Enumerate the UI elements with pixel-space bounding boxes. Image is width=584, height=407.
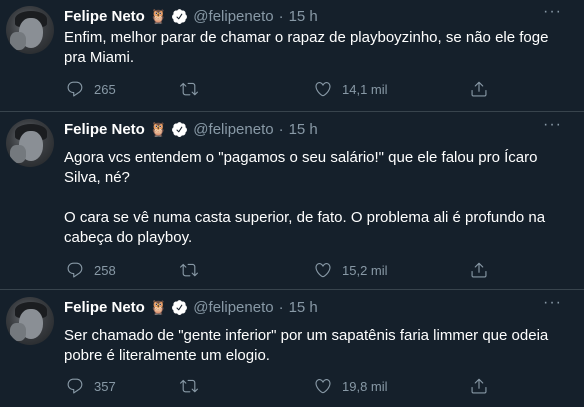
avatar[interactable] bbox=[6, 119, 54, 167]
owl-emoji: 🦉 bbox=[149, 8, 168, 24]
tweet-paragraph: O cara se vê numa casta superior, de fat… bbox=[64, 209, 546, 246]
retweet-icon bbox=[180, 263, 198, 277]
tweet-header: Felipe Neto 🦉 @felipeneto · 15 h bbox=[64, 119, 318, 139]
tweet-header: Felipe Neto 🦉 @felipeneto · 15 h bbox=[64, 297, 318, 317]
reply-count: 357 bbox=[94, 378, 116, 394]
like-button[interactable]: 14,1 mil bbox=[314, 80, 388, 98]
reply-count: 265 bbox=[94, 81, 116, 97]
author-handle[interactable]: @felipeneto bbox=[193, 299, 273, 316]
author-name[interactable]: Felipe Neto bbox=[64, 8, 145, 25]
timestamp[interactable]: 15 h bbox=[289, 8, 318, 25]
share-icon bbox=[471, 378, 487, 394]
tweet[interactable]: Felipe Neto 🦉 @felipeneto · 15 h ··· Enf… bbox=[0, 0, 584, 112]
separator: · bbox=[278, 7, 284, 25]
timestamp[interactable]: 15 h bbox=[289, 299, 318, 316]
timestamp[interactable]: 15 h bbox=[289, 121, 318, 138]
retweet-button[interactable] bbox=[180, 80, 198, 98]
reply-button[interactable]: 357 bbox=[66, 377, 116, 395]
retweet-icon bbox=[180, 379, 198, 393]
retweet-icon bbox=[180, 82, 198, 96]
share-icon bbox=[471, 81, 487, 97]
heart-icon bbox=[315, 82, 331, 97]
avatar[interactable] bbox=[6, 6, 54, 54]
share-button[interactable] bbox=[470, 377, 488, 395]
owl-emoji: 🦉 bbox=[149, 299, 168, 315]
tweet-header: Felipe Neto 🦉 @felipeneto · 15 h bbox=[64, 6, 318, 26]
tweet[interactable]: Felipe Neto 🦉 @felipeneto · 15 h ··· Ser… bbox=[0, 291, 584, 407]
tweet-paragraph: Enfim, melhor parar de chamar o rapaz de… bbox=[64, 29, 549, 66]
verified-badge-icon bbox=[172, 121, 188, 137]
author-name[interactable]: Felipe Neto bbox=[64, 121, 145, 138]
share-button[interactable] bbox=[470, 80, 488, 98]
reply-count: 258 bbox=[94, 262, 116, 278]
like-button[interactable]: 19,8 mil bbox=[314, 377, 388, 395]
tweet-text: Ser chamado de "gente inferior" por um s… bbox=[64, 326, 569, 366]
reply-icon bbox=[67, 378, 83, 394]
tweet-actions: 265 14,1 mil bbox=[66, 80, 506, 100]
separator: · bbox=[278, 298, 284, 316]
reply-icon bbox=[67, 81, 83, 97]
separator: · bbox=[278, 120, 284, 138]
tweet-actions: 357 19,8 mil bbox=[66, 377, 506, 397]
verified-badge-icon bbox=[172, 299, 188, 315]
like-button[interactable]: 15,2 mil bbox=[314, 261, 388, 279]
author-handle[interactable]: @felipeneto bbox=[193, 121, 273, 138]
reply-button[interactable]: 265 bbox=[66, 80, 116, 98]
like-count: 19,8 mil bbox=[342, 378, 388, 394]
heart-icon bbox=[315, 379, 331, 394]
verified-badge-icon bbox=[172, 8, 188, 24]
share-icon bbox=[471, 262, 487, 278]
heart-icon bbox=[315, 263, 331, 278]
retweet-button[interactable] bbox=[180, 377, 198, 395]
tweet-text: Enfim, melhor parar de chamar o rapaz de… bbox=[64, 28, 569, 68]
more-icon[interactable]: ··· bbox=[543, 117, 562, 133]
more-icon[interactable]: ··· bbox=[543, 295, 562, 311]
like-count: 15,2 mil bbox=[342, 262, 388, 278]
tweet-text: Agora vcs entendem o "pagamos o seu salá… bbox=[64, 148, 569, 248]
tweet-actions: 258 15,2 mil bbox=[66, 261, 506, 281]
reply-icon bbox=[67, 262, 83, 278]
tweet[interactable]: Felipe Neto 🦉 @felipeneto · 15 h ··· Ago… bbox=[0, 113, 584, 290]
more-icon[interactable]: ··· bbox=[543, 4, 562, 20]
retweet-button[interactable] bbox=[180, 261, 198, 279]
author-name[interactable]: Felipe Neto bbox=[64, 299, 145, 316]
tweet-paragraph: Agora vcs entendem o "pagamos o seu salá… bbox=[64, 149, 538, 186]
author-handle[interactable]: @felipeneto bbox=[193, 8, 273, 25]
share-button[interactable] bbox=[470, 261, 488, 279]
tweet-paragraph: Ser chamado de "gente inferior" por um s… bbox=[64, 327, 549, 364]
avatar[interactable] bbox=[6, 297, 54, 345]
owl-emoji: 🦉 bbox=[149, 121, 168, 137]
like-count: 14,1 mil bbox=[342, 81, 388, 97]
reply-button[interactable]: 258 bbox=[66, 261, 116, 279]
